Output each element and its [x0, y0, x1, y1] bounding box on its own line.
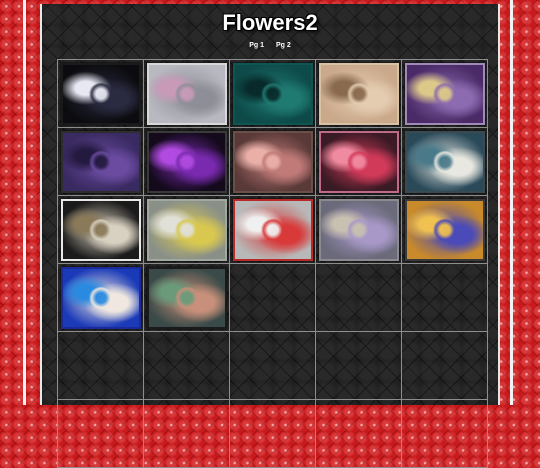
gallery-cell	[143, 263, 230, 332]
gallery-cell	[229, 59, 316, 128]
gallery-cell	[57, 331, 144, 400]
flower-artwork-image	[87, 218, 114, 241]
gallery-cell	[401, 263, 488, 332]
thumb-daisies-teal[interactable]	[404, 130, 485, 193]
pagination: Pg 1 Pg 2	[0, 42, 540, 49]
thumb-pink-lilies-brown[interactable]	[232, 130, 313, 193]
thumb-lavender-abstract[interactable]	[318, 198, 399, 261]
flower-artwork-image	[173, 218, 200, 241]
flower-artwork-image	[173, 150, 200, 173]
gallery-cell	[57, 195, 144, 264]
flower-artwork-image	[431, 150, 458, 173]
gallery-cell	[401, 195, 488, 264]
gallery-cell	[143, 59, 230, 128]
flower-artwork-image	[345, 150, 372, 173]
gallery-cell	[57, 59, 144, 128]
gallery-cell	[401, 127, 488, 196]
thumb-pink-roses-silver[interactable]	[146, 62, 227, 125]
gallery-cell	[229, 399, 316, 468]
gallery-row	[57, 127, 488, 196]
page-link-1[interactable]: Pg 1	[249, 42, 264, 49]
thumb-gold-flower-circle[interactable]	[60, 198, 141, 261]
page-title: Flowers2	[222, 10, 318, 35]
thumb-hand-red-rose[interactable]	[232, 198, 313, 261]
gallery-cell	[229, 127, 316, 196]
thumb-red-lilies-pink-frame[interactable]	[318, 130, 399, 193]
page-link-2[interactable]: Pg 2	[276, 42, 291, 49]
thumb-yellow-flowers-silver[interactable]	[146, 198, 227, 261]
gallery-cell	[57, 127, 144, 196]
flower-artwork-image	[259, 82, 286, 105]
gallery-row	[57, 399, 488, 468]
flower-artwork-image	[345, 82, 372, 105]
gallery-cell	[229, 195, 316, 264]
thumb-stained-glass-flowers[interactable]	[60, 266, 141, 329]
gallery-row	[57, 263, 488, 332]
gallery-cell	[315, 331, 402, 400]
thumb-violet-flowers-black[interactable]	[146, 130, 227, 193]
thumb-white-lilies-dark[interactable]	[60, 62, 141, 125]
gallery-cell	[57, 399, 144, 468]
gallery-row	[57, 59, 488, 128]
gallery-cell	[143, 127, 230, 196]
gallery-grid	[57, 59, 488, 468]
flower-artwork-image	[345, 218, 372, 241]
gallery-cell	[401, 331, 488, 400]
flower-artwork-image	[431, 82, 458, 105]
gallery-cell	[57, 263, 144, 332]
flower-artwork-image	[431, 218, 458, 241]
flower-artwork-image	[87, 82, 114, 105]
gallery-cell	[143, 399, 230, 468]
thumb-circle-floral-plate[interactable]	[146, 266, 227, 329]
gallery-cell	[315, 195, 402, 264]
gallery-cell	[143, 195, 230, 264]
gallery-cell	[229, 263, 316, 332]
gallery-cell	[143, 331, 230, 400]
flower-artwork-image	[259, 218, 286, 241]
thumb-blue-fractal-flowers[interactable]	[404, 198, 485, 261]
flower-artwork-image	[87, 150, 114, 173]
gallery-row	[57, 195, 488, 264]
gallery-cell	[315, 263, 402, 332]
gallery-cell	[401, 59, 488, 128]
thumb-purple-roses[interactable]	[60, 130, 141, 193]
flower-artwork-image	[259, 150, 286, 173]
thumb-peach-flowers-beige[interactable]	[318, 62, 399, 125]
gallery-row	[57, 331, 488, 400]
flower-artwork-image	[173, 82, 200, 105]
gallery-cell	[315, 59, 402, 128]
gallery-cell	[315, 399, 402, 468]
gallery-cell	[229, 331, 316, 400]
gallery-cell	[401, 399, 488, 468]
flower-artwork-image	[87, 286, 114, 309]
gallery-cell	[315, 127, 402, 196]
flower-artwork-image	[173, 286, 200, 309]
thumb-purple-flowers-swirl[interactable]	[404, 62, 485, 125]
thumb-teal-roses-face[interactable]	[232, 62, 313, 125]
